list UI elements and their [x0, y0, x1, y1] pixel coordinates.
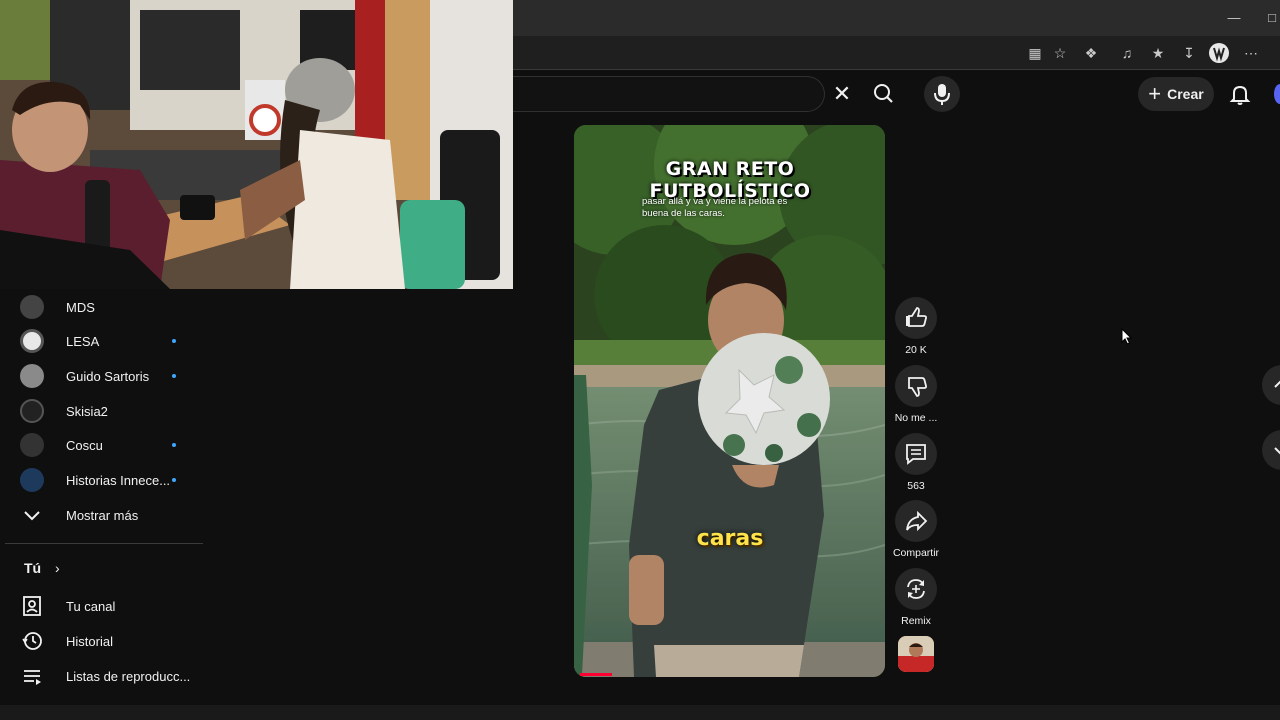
video-progress-bar[interactable] — [580, 673, 612, 676]
share-button[interactable] — [895, 500, 937, 542]
dislike-button[interactable] — [895, 365, 937, 407]
new-content-dot — [172, 443, 176, 447]
remix-button[interactable] — [895, 568, 937, 610]
new-content-dot — [172, 478, 176, 482]
sidebar-item-playlists[interactable]: Listas de reproducc... — [20, 659, 200, 693]
thumbs-down-icon — [908, 377, 927, 397]
search-icon[interactable] — [866, 78, 902, 110]
dislike-label: No me ... — [894, 412, 938, 424]
new-content-dot — [172, 339, 176, 343]
plus-icon: + — [1148, 81, 1162, 106]
sidebar-item-your-channel[interactable]: Tu canal — [20, 589, 200, 623]
sidebar-item-mds[interactable]: MDS — [20, 290, 200, 324]
arrow-up-icon — [1274, 380, 1280, 388]
next-short-button[interactable] — [1262, 430, 1280, 470]
previous-short-button[interactable] — [1262, 365, 1280, 405]
you-section-header[interactable]: Tú › — [24, 560, 60, 576]
short-subtitle-word: caras — [696, 526, 764, 551]
bottom-edge — [0, 705, 1280, 720]
share-label: Compartir — [892, 547, 940, 559]
sidebar-item-label: Historial — [66, 633, 113, 649]
restore-button[interactable]: □ — [1262, 8, 1280, 28]
sidebar-item-label: Tu canal — [66, 598, 116, 614]
sidebar-item-coscu[interactable]: Coscu — [20, 428, 200, 462]
mouse-cursor-icon — [1121, 327, 1133, 346]
webcam-overlay — [0, 0, 513, 289]
sidebar-item-label: Skisia2 — [66, 403, 108, 419]
short-caption-overlay: pasar allá y va y viene la pelota es bue… — [642, 196, 788, 219]
more-menu-icon[interactable]: ⋯ — [1240, 42, 1262, 64]
extensions-icon[interactable]: ❖ — [1080, 42, 1102, 64]
bell-icon[interactable] — [1226, 80, 1254, 108]
share-icon — [906, 510, 928, 532]
arrow-down-icon — [1274, 447, 1280, 455]
chevron-right-icon: › — [55, 560, 60, 576]
channel-avatar — [20, 295, 44, 319]
create-button[interactable]: + Crear — [1138, 77, 1214, 111]
minimize-button[interactable]: — — [1224, 8, 1244, 28]
comments-button[interactable] — [895, 433, 937, 475]
sidebar-item-history[interactable]: Historial — [20, 624, 200, 658]
channel-avatar — [20, 399, 44, 423]
sidebar-item-label: LESA — [66, 333, 100, 349]
like-button[interactable] — [895, 297, 937, 339]
sound-thumbnail[interactable] — [898, 636, 934, 672]
channel-avatar — [20, 468, 44, 492]
like-count: 20 K — [905, 344, 927, 356]
sidebar-item-skisia2[interactable]: Skisia2 — [20, 394, 200, 428]
comments-count: 563 — [907, 480, 925, 492]
sidebar-item-label: Historias Innece... — [66, 472, 171, 488]
profile-icon[interactable] — [1208, 42, 1230, 64]
sidebar-item-label: Coscu — [66, 437, 103, 453]
channel-avatar — [20, 364, 44, 388]
thumbs-up-icon — [906, 307, 927, 327]
playlists-icon — [20, 664, 44, 688]
channel-avatar — [20, 433, 44, 457]
remix-icon — [907, 579, 925, 599]
favorites-icon[interactable]: ★ — [1147, 42, 1169, 64]
channel-avatar — [20, 329, 44, 353]
new-content-dot — [172, 374, 176, 378]
remix-label: Remix — [901, 615, 931, 627]
sidebar-item-label: Guido Sartoris — [66, 368, 150, 384]
media-icon[interactable]: ♫ — [1116, 42, 1138, 64]
favorite-star-icon[interactable]: ☆ — [1049, 42, 1071, 64]
search-input[interactable] — [513, 76, 825, 112]
close-icon[interactable]: ✕ — [828, 80, 856, 108]
show-more-button[interactable]: Mostrar más — [20, 498, 200, 532]
sidebar-item-label: MDS — [66, 299, 95, 315]
show-more-label: Mostrar más — [66, 507, 139, 523]
microphone-icon[interactable] — [924, 76, 960, 112]
sidebar-item-lesa[interactable]: LESA — [20, 324, 200, 358]
tab-strip — [513, 0, 1280, 36]
chevron-down-icon — [20, 503, 44, 527]
you-section-title: Tú — [24, 560, 42, 576]
avatar[interactable] — [1274, 84, 1280, 104]
comment-icon — [906, 444, 926, 465]
create-label: Crear — [1167, 86, 1204, 102]
tab-groups-icon[interactable]: ▦ — [1024, 42, 1046, 64]
channel-icon — [20, 594, 44, 618]
sidebar-divider — [5, 543, 203, 544]
sidebar-item-historias-innecesarias[interactable]: Historias Innece... — [20, 463, 200, 497]
sidebar-item-label: Listas de reproducc... — [66, 668, 191, 684]
sidebar-item-guido-sartoris[interactable]: Guido Sartoris — [20, 359, 200, 393]
history-icon — [20, 629, 44, 653]
downloads-icon[interactable]: ↧ — [1178, 42, 1200, 64]
